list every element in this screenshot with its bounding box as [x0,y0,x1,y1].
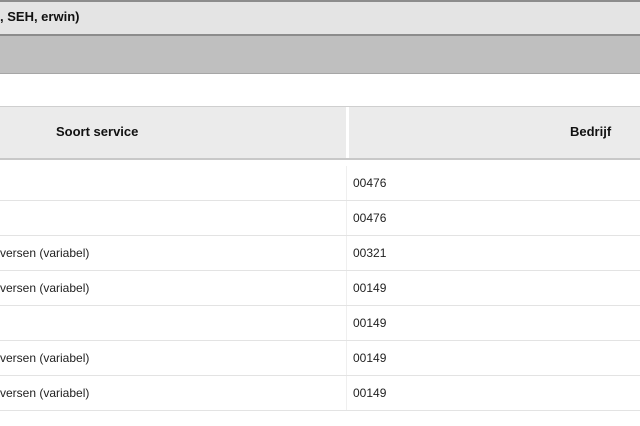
table-row[interactable]: 00476 [0,166,640,201]
table-body: 00476 00476 versen (variabel) 00321 vers… [0,166,640,411]
table-header: Soort service Bedrijf [0,106,640,160]
cell-soort-service: versen (variabel) [0,281,90,295]
row-divider [346,376,347,410]
row-divider [346,341,347,375]
toolbar-bar [0,36,640,74]
row-divider [346,306,347,340]
cell-bedrijf: 00476 [353,211,387,225]
cell-bedrijf: 00321 [353,246,387,260]
window-title: , SEH, erwin) [0,9,80,24]
row-divider [346,166,347,200]
table-row[interactable]: versen (variabel) 00149 [0,376,640,411]
cell-soort-service: versen (variabel) [0,246,90,260]
row-divider [346,236,347,270]
cell-bedrijf: 00476 [353,176,387,190]
row-divider [346,271,347,305]
table-row[interactable]: versen (variabel) 00321 [0,236,640,271]
page: , SEH, erwin) Soort service Bedrijf 0047… [0,0,640,426]
table-row[interactable]: versen (variabel) 00149 [0,341,640,376]
cell-bedrijf: 00149 [353,281,387,295]
table-row[interactable]: 00476 [0,201,640,236]
row-divider [346,201,347,235]
column-header-soort-service[interactable]: Soort service [56,124,138,139]
cell-soort-service: versen (variabel) [0,351,90,365]
column-divider[interactable] [346,107,349,158]
cell-bedrijf: 00149 [353,351,387,365]
cell-soort-service: versen (variabel) [0,386,90,400]
window-title-bar: , SEH, erwin) [0,0,640,36]
table-row[interactable]: 00149 [0,306,640,341]
cell-bedrijf: 00149 [353,386,387,400]
table-row[interactable]: versen (variabel) 00149 [0,271,640,306]
column-header-bedrijf[interactable]: Bedrijf [570,124,611,139]
cell-bedrijf: 00149 [353,316,387,330]
